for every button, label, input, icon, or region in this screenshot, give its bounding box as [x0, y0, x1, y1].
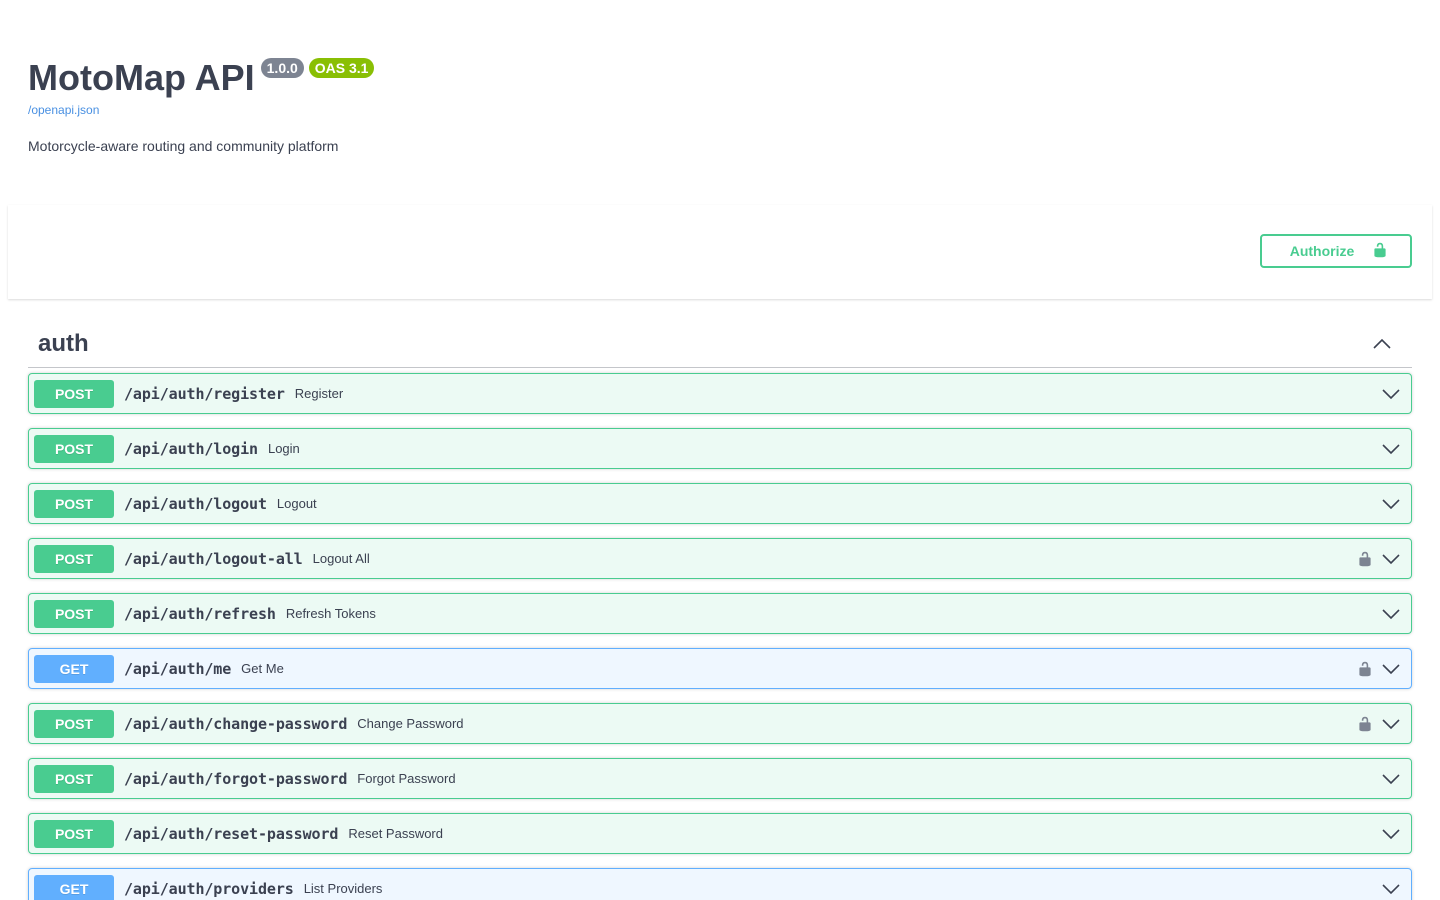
operations-list: POST/api/auth/register Register POST/api/a…	[28, 373, 1412, 900]
operation-post-row[interactable]: POST/api/auth/refresh Refresh Tokens	[28, 593, 1412, 634]
operation-summary: Refresh Tokens	[285, 606, 376, 621]
method-badge: GET	[34, 874, 114, 900]
operation-path[interactable]: /api/auth/change-password	[124, 715, 347, 733]
operation-summary: Change Password	[357, 716, 464, 731]
lock-icon[interactable]	[1357, 714, 1373, 734]
authorize-label: Authorize	[1289, 243, 1355, 259]
operation-summary: Reset Password	[348, 826, 443, 841]
chevron-up-icon[interactable]	[1372, 334, 1392, 354]
operation-post-row[interactable]: POST/api/auth/forgot-password Forgot Pass…	[28, 758, 1412, 799]
operation-summary: Get Me	[241, 661, 284, 676]
operation-path[interactable]: /api/auth/refresh	[124, 605, 276, 623]
spec-link[interactable]: /openapi.json	[28, 103, 1412, 117]
method-badge: POST	[34, 434, 114, 463]
operation-path[interactable]: /api/auth/me	[124, 660, 231, 678]
chevron-down-icon[interactable]	[1381, 439, 1401, 459]
operation-summary: Logout	[276, 496, 317, 511]
operation-summary: Register	[294, 386, 344, 401]
chevron-down-icon[interactable]	[1381, 494, 1401, 514]
lock-icon[interactable]	[1357, 659, 1373, 679]
chevron-down-icon[interactable]	[1381, 549, 1401, 569]
lock-icon[interactable]	[1357, 549, 1373, 569]
operation-summary: Forgot Password	[357, 771, 456, 786]
version-badge: 1.0.0	[260, 58, 304, 78]
operation-path[interactable]: /api/auth/providers	[124, 880, 294, 898]
method-badge: POST	[34, 819, 114, 848]
api-title: MotoMap API	[28, 57, 255, 98]
chevron-down-icon[interactable]	[1381, 659, 1401, 679]
authorize-button[interactable]: Authorize	[1260, 234, 1412, 268]
operation-post-row[interactable]: POST/api/auth/change-password Change Pass…	[28, 703, 1412, 744]
method-badge: POST	[34, 379, 114, 408]
chevron-down-icon[interactable]	[1381, 769, 1401, 789]
unlocked-icon	[1372, 240, 1388, 263]
tag-header[interactable]: auth	[28, 320, 1412, 368]
operation-path[interactable]: /api/auth/logout-all	[124, 550, 303, 568]
api-info: MotoMap API 1.0.0 OAS 3.1 /openapi.json …	[28, 56, 1412, 154]
operation-post-row[interactable]: POST/api/auth/reset-password Reset Passwo…	[28, 813, 1412, 854]
operation-path[interactable]: /api/auth/forgot-password	[124, 770, 347, 788]
method-badge: POST	[34, 599, 114, 628]
operation-controls	[1381, 374, 1401, 413]
method-badge: POST	[34, 709, 114, 738]
chevron-down-icon[interactable]	[1381, 824, 1401, 844]
operation-path[interactable]: /api/auth/register	[124, 385, 285, 403]
chevron-down-icon[interactable]	[1381, 384, 1401, 404]
operation-summary: Logout All	[312, 551, 370, 566]
oas-badge: OAS 3.1	[308, 58, 375, 78]
operation-controls	[1357, 649, 1401, 688]
method-badge: POST	[34, 489, 114, 518]
operation-controls	[1357, 539, 1401, 578]
chevron-down-icon[interactable]	[1381, 714, 1401, 734]
operation-controls	[1381, 429, 1401, 468]
operation-get-row[interactable]: GET/api/auth/providers List Providers	[28, 868, 1412, 900]
operation-summary: List Providers	[303, 881, 383, 896]
scheme-container: Authorize	[8, 205, 1432, 299]
method-badge: POST	[34, 764, 114, 793]
operation-controls	[1381, 484, 1401, 523]
title-row: MotoMap API 1.0.0 OAS 3.1	[28, 56, 1412, 100]
operation-get-row[interactable]: GET/api/auth/me Get Me	[28, 648, 1412, 689]
operation-path[interactable]: /api/auth/logout	[124, 495, 267, 513]
chevron-down-icon[interactable]	[1381, 879, 1401, 899]
tag-name: auth	[38, 329, 89, 357]
operation-path[interactable]: /api/auth/reset-password	[124, 825, 338, 843]
operation-controls	[1381, 869, 1401, 900]
operation-path[interactable]: /api/auth/login	[124, 440, 258, 458]
operation-summary: Login	[267, 441, 300, 456]
api-description: Motorcycle-aware routing and community p…	[28, 138, 339, 154]
operation-post-row[interactable]: POST/api/auth/logout Logout	[28, 483, 1412, 524]
operation-controls	[1357, 704, 1401, 743]
operation-controls	[1381, 814, 1401, 853]
method-badge: GET	[34, 654, 114, 683]
method-badge: POST	[34, 544, 114, 573]
operation-post-row[interactable]: POST/api/auth/logout-all Logout All	[28, 538, 1412, 579]
operation-controls	[1381, 759, 1401, 798]
operation-controls	[1381, 594, 1401, 633]
operation-post-row[interactable]: POST/api/auth/login Login	[28, 428, 1412, 469]
tag-section-auth: auth POST/api/auth/register Register POST /…	[28, 320, 1412, 900]
chevron-down-icon[interactable]	[1381, 604, 1401, 624]
operation-post-row[interactable]: POST/api/auth/register Register	[28, 373, 1412, 414]
